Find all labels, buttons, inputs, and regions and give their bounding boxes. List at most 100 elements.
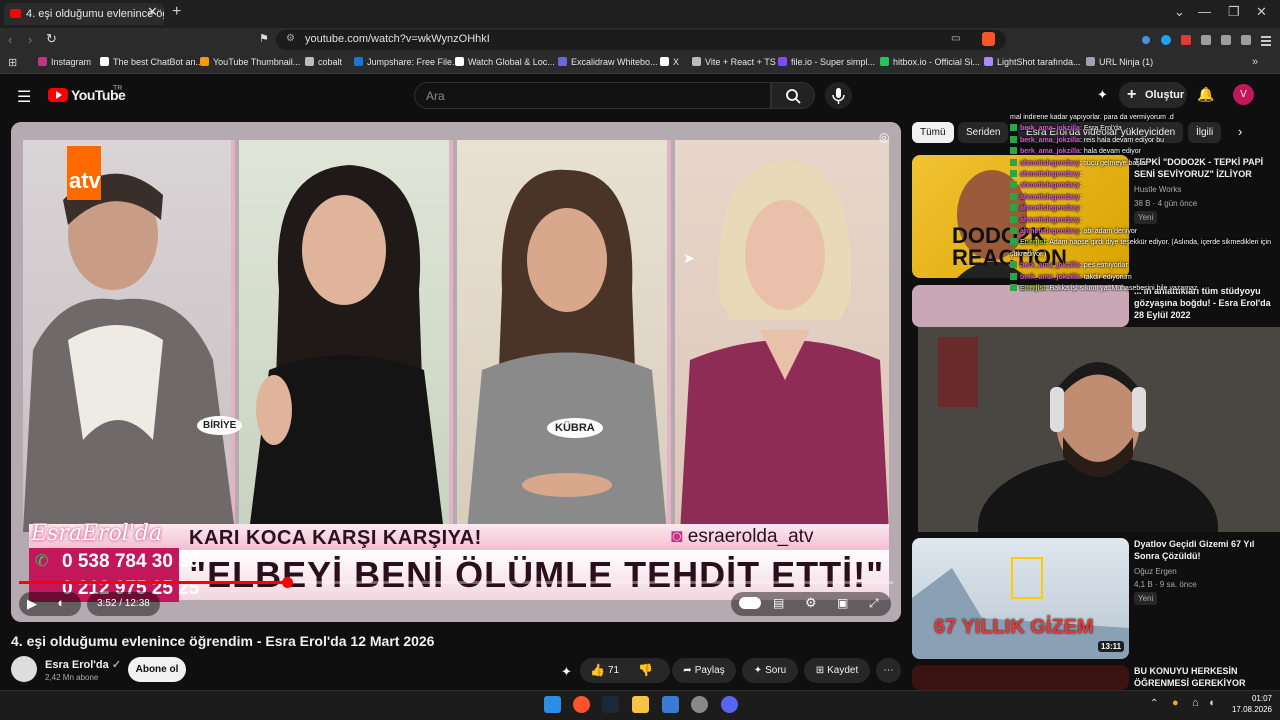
ask-button[interactable]: ✦ Soru	[742, 658, 798, 683]
extension-icon[interactable]: ✦	[561, 664, 572, 680]
channel-avatar[interactable]	[11, 656, 37, 682]
chat-badge-icon	[1010, 204, 1017, 212]
bookmark-item[interactable]: Excalidraw Whitebo...	[558, 57, 658, 67]
minimize-icon[interactable]: —	[1198, 4, 1211, 19]
bookmark-item[interactable]: Vite + React + TS	[692, 57, 776, 67]
volume-icon[interactable]: ◖	[56, 595, 64, 610]
share-button[interactable]: ➦ Paylaş	[672, 658, 736, 683]
notifications-icon[interactable]: 🔔	[1197, 86, 1214, 103]
person-1	[23, 173, 235, 532]
subtitles-icon[interactable]: ▤	[773, 596, 784, 610]
bookmark-item[interactable]: The best ChatBot an...	[100, 57, 203, 67]
file-explorer-icon[interactable]	[632, 696, 649, 713]
mouse-cursor-icon: ➤	[683, 250, 695, 266]
tray-chevron-icon[interactable]: ⌃	[1150, 698, 1158, 709]
brave-taskbar-icon[interactable]	[573, 696, 590, 713]
more-bookmarks-icon[interactable]: »	[1252, 56, 1258, 68]
save-button[interactable]: ⊞ Kaydet	[804, 658, 870, 683]
network-icon[interactable]: ⌂	[1192, 697, 1199, 709]
avatar[interactable]: V	[1233, 84, 1254, 105]
discord-icon[interactable]	[721, 696, 738, 713]
bookmark-favicon-icon	[354, 57, 363, 66]
bookmark-page-icon[interactable]: ⚑	[259, 32, 269, 45]
mic-icon	[832, 88, 845, 104]
subscribe-button[interactable]: Abone ol	[128, 657, 186, 682]
subscriber-count: 2,42 Mn abone	[45, 673, 99, 682]
steam-icon[interactable]	[602, 696, 619, 713]
bookmark-item[interactable]: YouTube Thumbnail...	[200, 57, 300, 67]
browser-tab[interactable]: 4. eşi olduğumu evlenince öğre	[4, 3, 164, 25]
bookmark-item[interactable]: hitbox.io - Official Si...	[880, 57, 980, 67]
extension-icon[interactable]: ✦	[1097, 87, 1108, 103]
youtube-logo-icon[interactable]	[48, 88, 68, 102]
chat-message: ahmetislegendary:	[1010, 180, 1272, 191]
bookmark-favicon-icon	[558, 57, 567, 66]
app-icon[interactable]	[662, 696, 679, 713]
bookmark-item[interactable]: LightShot tarafında...	[984, 57, 1081, 67]
fullscreen-icon[interactable]: ⤢	[869, 596, 879, 611]
reload-icon[interactable]: ↻	[46, 31, 57, 47]
window-close-icon[interactable]: ✕	[1256, 4, 1267, 20]
related-title-3[interactable]: Dyatlov Geçidi Gizemi 67 Yıl Sonra Çözül…	[1134, 538, 1274, 562]
tab-close-icon[interactable]: ✕	[147, 4, 158, 20]
bookmark-item[interactable]: X	[660, 57, 679, 67]
person-4	[680, 160, 889, 532]
bookmark-item[interactable]: file.io - Super simpl...	[778, 57, 875, 67]
chat-badge-icon	[1010, 170, 1017, 178]
forward-icon[interactable]: ›	[28, 32, 32, 47]
extension-icons[interactable]	[1138, 31, 1278, 49]
progress-bar[interactable]	[19, 577, 893, 588]
video-thumbnail-4[interactable]	[912, 665, 1129, 690]
chat-message: ahmetislegendary:	[1010, 215, 1272, 226]
chip-series[interactable]: Seriden	[958, 122, 1009, 143]
chat-text: : reis hala devam ediyor bu	[1079, 136, 1164, 144]
speaker-icon[interactable]: ◖	[1208, 697, 1215, 709]
search-input[interactable]	[414, 82, 771, 109]
like-icon[interactable]: 👍	[590, 658, 605, 683]
site-info-icon[interactable]: ⚙	[286, 33, 295, 44]
cast-icon[interactable]: ▭	[951, 33, 960, 44]
dislike-icon[interactable]: 👎	[638, 658, 653, 683]
chat-message: mal indirene kadar yapıyorlar. para da v…	[1010, 112, 1272, 123]
url-text[interactable]: youtube.com/watch?v=wkWynzOHhkI	[305, 33, 490, 45]
apps-grid-icon[interactable]: ⊞	[8, 56, 17, 69]
chat-text: : Bakka işi sıkıntı ya..Muhasebesini bil…	[1045, 285, 1198, 293]
related-channel-3[interactable]: Oğuz Ergen	[1134, 567, 1177, 576]
bookmark-item[interactable]: cobalt	[305, 57, 342, 67]
bookmark-favicon-icon	[455, 57, 464, 66]
related-title-4[interactable]: BU KONUYU HERKESİN ÖĞRENMESİ GEREKİYOR	[1134, 665, 1274, 689]
new-tab-icon[interactable]: +	[172, 3, 181, 21]
like-count[interactable]: 71	[608, 658, 619, 683]
menu-icon[interactable]: ☰	[17, 87, 31, 107]
back-icon[interactable]: ‹	[8, 32, 12, 47]
chat-badge-icon	[1010, 192, 1017, 200]
taskbar-clock[interactable]: 01:07 17.08.2026	[1228, 693, 1272, 715]
chip-all[interactable]: Tümü	[912, 122, 954, 143]
chat-message: Enerjist: Bakka işi sıkıntı ya..Muhasebe…	[1010, 283, 1272, 294]
more-actions-button[interactable]: ⋯	[876, 658, 901, 683]
bookmark-item[interactable]: Jumpshare: Free File...	[354, 57, 460, 67]
bookmark-item[interactable]: URL Ninja (1)	[1086, 57, 1153, 67]
chat-username: berk_ama_jokzilla	[1020, 125, 1080, 133]
bookmark-label: Jumpshare: Free File...	[367, 57, 460, 67]
play-icon[interactable]: ▶	[27, 596, 37, 612]
start-icon[interactable]	[544, 696, 561, 713]
maximize-icon[interactable]: ❐	[1228, 4, 1240, 20]
obs-icon[interactable]	[691, 696, 708, 713]
miniplayer-icon[interactable]: ▣	[837, 596, 848, 610]
tray-mic-icon[interactable]: ●	[1172, 697, 1179, 709]
voice-search-button[interactable]	[825, 82, 852, 109]
clock-date: 17.08.2026	[1231, 705, 1272, 714]
settings-icon[interactable]: ⚙	[805, 595, 817, 611]
channel-name[interactable]: Esra Erol'da ✓	[45, 658, 121, 671]
brave-shield-icon[interactable]	[982, 32, 995, 46]
autoplay-toggle-icon[interactable]	[739, 597, 761, 609]
search-button[interactable]	[771, 82, 815, 109]
video-thumbnail-3[interactable]: 67 YILLIK GİZEM 13:11	[912, 538, 1129, 659]
bookmark-item[interactable]: Watch Global & Loc...	[455, 57, 555, 67]
tab-search-icon[interactable]: ⌄	[1174, 4, 1185, 20]
chat-message: ahmetislegendary: abi adam deniyor	[1010, 226, 1272, 237]
create-button[interactable]: + Oluştur	[1119, 82, 1187, 108]
bookmark-item[interactable]: Instagram	[38, 57, 91, 67]
bookmark-favicon-icon	[38, 57, 47, 66]
